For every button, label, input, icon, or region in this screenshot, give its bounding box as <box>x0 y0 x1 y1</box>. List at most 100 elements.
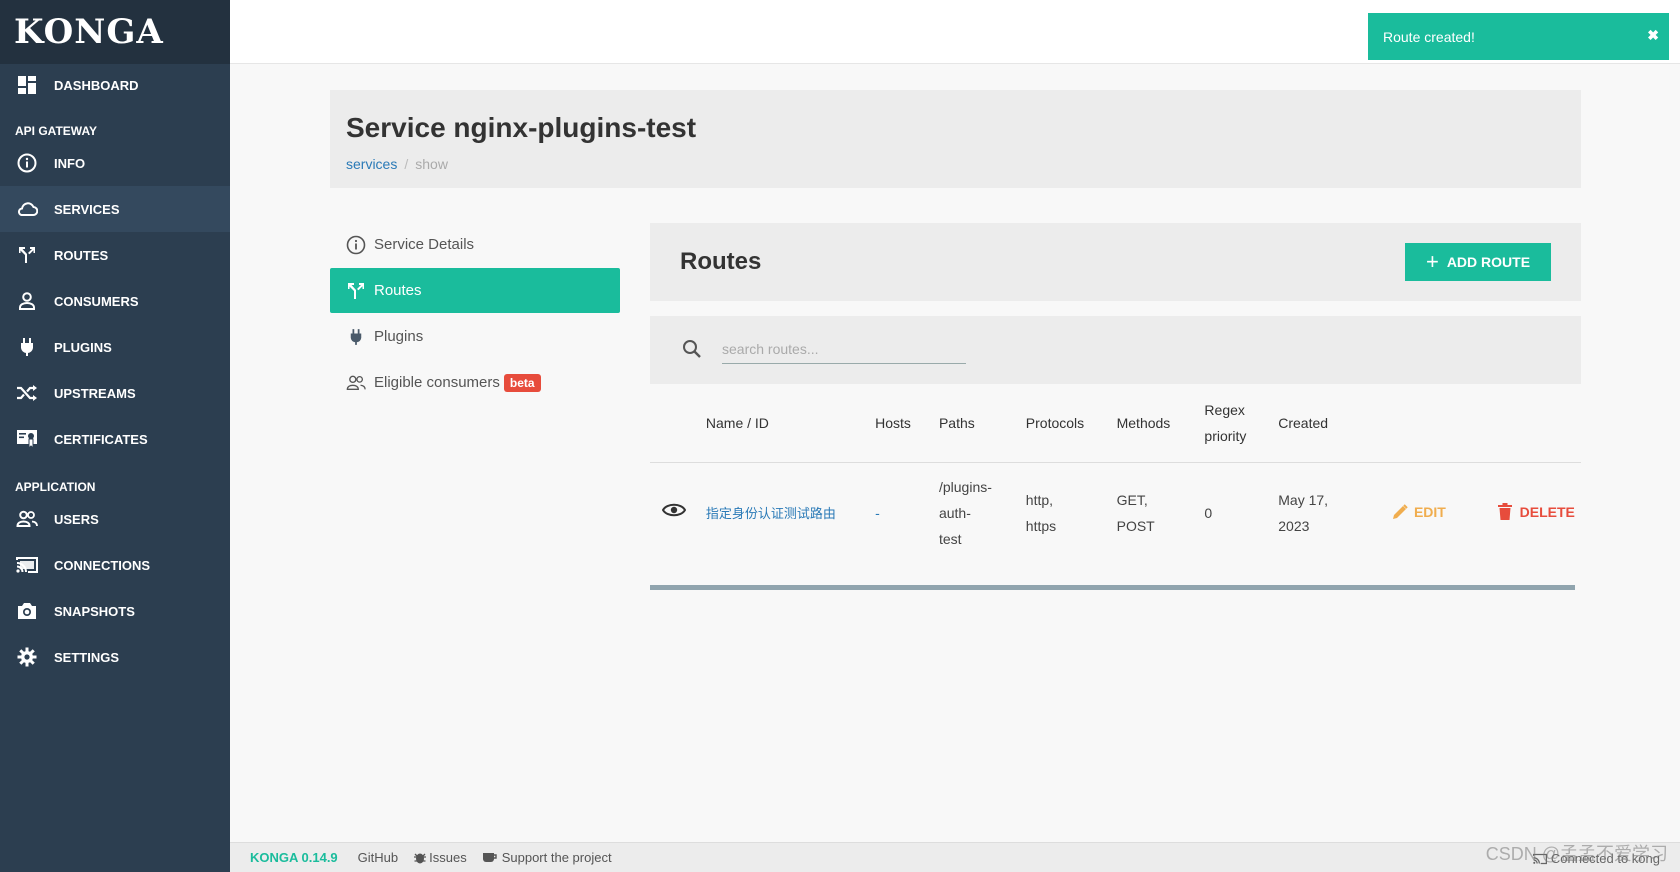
sidebar-item-certificates[interactable]: CERTIFICATES <box>0 416 230 462</box>
col-header-created[interactable]: Created <box>1278 384 1378 462</box>
certificate-icon <box>16 428 38 450</box>
sidebar-item-upstreams[interactable]: UPSTREAMS <box>0 370 230 416</box>
sidebar-item-info[interactable]: INFO <box>0 140 230 186</box>
sidebar-section-application: APPLICATION <box>15 480 96 494</box>
footer-link-github[interactable]: GitHub <box>358 850 398 865</box>
sidebar-item-connections[interactable]: CONNECTIONS <box>0 542 230 588</box>
sidebar-item-routes[interactable]: ROUTES <box>0 232 230 278</box>
method-line: GET, <box>1116 492 1148 509</box>
sidebar-item-label: SERVICES <box>54 201 120 217</box>
sidebar-item-settings[interactable]: SETTINGS <box>0 634 230 680</box>
path-line: /plugins- <box>938 479 992 496</box>
eye-icon[interactable] <box>661 504 687 521</box>
camera-icon <box>16 600 38 622</box>
delete-cell: DELETE <box>1497 462 1581 564</box>
footer-link-support[interactable]: Support the project <box>482 850 612 865</box>
sidebar-item-services[interactable]: SERVICES <box>0 186 230 232</box>
col-header-protocols[interactable]: Protocols <box>1026 384 1117 462</box>
path-line: auth- <box>938 505 971 522</box>
protocol-line: http, <box>1025 492 1054 509</box>
konga-logo[interactable]: KONGA <box>14 12 164 52</box>
cloud-icon <box>16 198 38 220</box>
plug-icon <box>16 336 38 358</box>
bug-icon <box>414 851 427 864</box>
col-header-name[interactable]: Name / ID <box>706 384 875 462</box>
issues-label: Issues <box>429 850 467 865</box>
sidebar-item-users[interactable]: USERS <box>0 496 230 542</box>
delete-label: DELETE <box>1519 503 1575 520</box>
sidebar: KONGA DASHBOARD API GATEWAY INFO SERVICE… <box>0 0 230 872</box>
shuffle-icon <box>16 382 38 404</box>
tab-label: Plugins <box>374 328 424 345</box>
sidebar-item-consumers[interactable]: CONSUMERS <box>0 278 230 324</box>
tab-eligible-consumers[interactable]: Eligible consumers beta <box>330 360 620 405</box>
table-header-row: Name / ID Hosts Paths Protocols Methods … <box>650 384 1581 462</box>
view-cell[interactable] <box>650 462 706 564</box>
path-line: test <box>938 531 962 548</box>
tab-plugins[interactable]: Plugins <box>330 314 620 359</box>
method-line: POST <box>1116 518 1155 535</box>
add-route-button[interactable]: + ADD ROUTE <box>1405 243 1551 281</box>
tab-service-details[interactable]: Service Details <box>330 222 620 267</box>
edit-button[interactable]: EDIT <box>1392 499 1446 525</box>
sidebar-section-api-gateway: API GATEWAY <box>15 124 98 138</box>
col-header-hosts[interactable]: Hosts <box>875 384 939 462</box>
protocol-line: https <box>1025 518 1057 535</box>
pencil-icon <box>1392 504 1408 520</box>
sidebar-item-dashboard[interactable]: DASHBOARD <box>0 64 230 106</box>
col-header-paths[interactable]: Paths <box>939 384 1026 462</box>
logo-area[interactable]: KONGA <box>0 0 230 64</box>
footer-link-issues[interactable]: Issues <box>414 850 467 865</box>
route-icon <box>16 244 38 266</box>
horizontal-scrollbar[interactable] <box>650 585 1575 590</box>
service-tab-menu: Service Details Routes Plugins Eligible … <box>330 222 620 406</box>
sidebar-item-label: SNAPSHOTS <box>54 603 135 619</box>
route-name-link[interactable]: 指定身份认证测试路由 <box>706 506 836 521</box>
tab-label: Service Details <box>374 236 475 253</box>
sidebar-item-label: CONNECTIONS <box>54 557 151 573</box>
tab-label: Routes <box>374 282 422 299</box>
routes-table: Name / ID Hosts Paths Protocols Methods … <box>650 384 1581 564</box>
delete-button[interactable]: DELETE <box>1497 499 1575 525</box>
info-icon <box>346 235 366 255</box>
breadcrumb-current: show <box>415 156 448 172</box>
sidebar-item-plugins[interactable]: PLUGINS <box>0 324 230 370</box>
route-icon <box>346 281 366 301</box>
add-route-label: ADD ROUTE <box>1446 254 1531 270</box>
edit-label: EDIT <box>1413 503 1446 520</box>
plug-icon <box>346 327 366 347</box>
methods-cell: GET, POST <box>1117 462 1205 564</box>
sidebar-item-label: DASHBOARD <box>54 77 139 93</box>
created-line: 2023 <box>1278 518 1310 535</box>
toast-message: Route created! <box>1383 28 1475 45</box>
close-icon[interactable]: ✖ <box>1647 27 1659 44</box>
routes-header: Routes + ADD ROUTE <box>650 223 1581 301</box>
footer: KONGA 0.14.9 GitHub Issues Support the p… <box>230 842 1680 872</box>
created-line: May 17, <box>1278 492 1329 509</box>
col-header-regex-priority[interactable]: Regex priority <box>1204 384 1278 462</box>
user-icon <box>16 290 38 312</box>
breadcrumb: services / show <box>346 156 1565 172</box>
routes-search-bar <box>650 316 1581 384</box>
sidebar-item-label: SETTINGS <box>54 649 120 665</box>
gear-icon <box>16 646 38 668</box>
sidebar-item-snapshots[interactable]: SNAPSHOTS <box>0 588 230 634</box>
footer-version: KONGA 0.14.9 <box>250 850 338 865</box>
support-label: Support the project <box>501 850 612 865</box>
beta-badge: beta <box>503 373 541 392</box>
watermark: CSDN @孟孟不爱学习 <box>1485 844 1668 864</box>
col-header-edit <box>1378 384 1498 462</box>
sidebar-item-label: CERTIFICATES <box>54 431 148 447</box>
plus-icon: + <box>1425 249 1439 274</box>
hosts-cell: - <box>875 462 939 564</box>
breadcrumb-link-services[interactable]: services <box>346 156 397 172</box>
tab-routes[interactable]: Routes <box>330 268 620 313</box>
edit-cell: EDIT <box>1378 462 1498 564</box>
breadcrumb-separator: / <box>404 156 409 172</box>
search-routes-input[interactable] <box>722 334 966 364</box>
sidebar-item-label: CONSUMERS <box>54 293 139 309</box>
sidebar-item-label: USERS <box>54 511 99 527</box>
col-header-methods[interactable]: Methods <box>1117 384 1205 462</box>
users-icon <box>16 508 38 530</box>
col-header-delete <box>1498 384 1581 462</box>
